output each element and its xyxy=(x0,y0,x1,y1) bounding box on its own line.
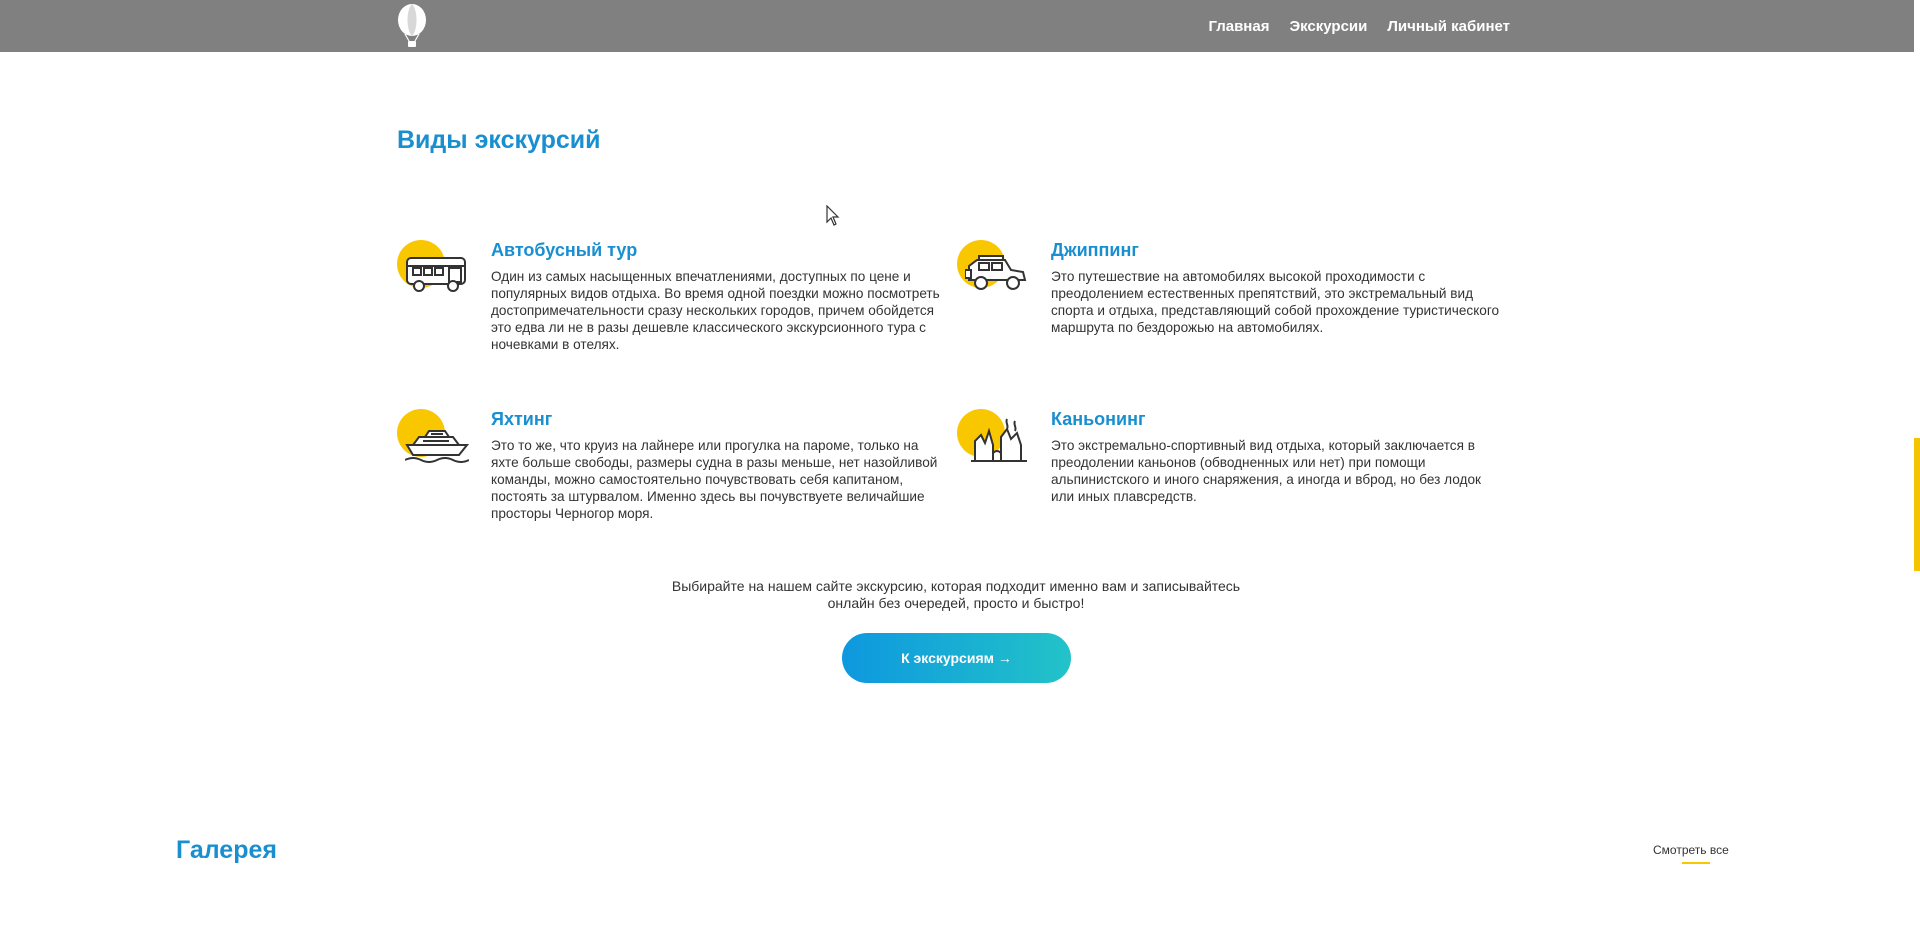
card-text: Это путешествие на автомобилях высокой п… xyxy=(1051,269,1500,335)
main-nav: Главная Экскурсии Личный кабинет xyxy=(1208,0,1510,52)
card-title: Автобусный тур xyxy=(491,240,638,260)
canyon-icon xyxy=(957,409,1033,475)
to-excursions-button[interactable]: К экскурсиям → xyxy=(842,633,1071,683)
card-text: Это экстремально-спортивный вид отдыха, … xyxy=(1051,438,1481,504)
card-title: Яхтинг xyxy=(491,409,553,429)
section-title-gallery: Галерея xyxy=(176,836,277,864)
bus-icon xyxy=(397,240,473,306)
see-all-link[interactable]: Смотреть все xyxy=(1653,843,1729,857)
nav-link-home[interactable]: Главная xyxy=(1208,18,1269,35)
card-text: Один из самых насыщенных впечатлениями, … xyxy=(491,269,940,352)
card-title: Каньонинг xyxy=(1051,409,1146,429)
yacht-icon xyxy=(397,409,473,475)
card-text: Это то же, что круиз на лайнере или прог… xyxy=(491,438,938,521)
section-title-excursions: Виды экскурсий xyxy=(397,126,601,154)
nav-link-account[interactable]: Личный кабинет xyxy=(1387,18,1510,35)
see-all-underline xyxy=(1682,862,1710,864)
cta-text: Выбирайте на нашем сайте экскурсию, кото… xyxy=(671,578,1241,611)
jeep-icon xyxy=(957,240,1033,306)
scrollbar-thumb[interactable] xyxy=(1914,438,1920,571)
hot-air-balloon-icon[interactable] xyxy=(396,4,428,48)
nav-link-excursions[interactable]: Экскурсии xyxy=(1289,18,1367,35)
card-title: Джиппинг xyxy=(1051,240,1139,260)
top-navbar: Главная Экскурсии Личный кабинет xyxy=(0,0,1914,52)
mouse-cursor-icon xyxy=(826,205,840,226)
